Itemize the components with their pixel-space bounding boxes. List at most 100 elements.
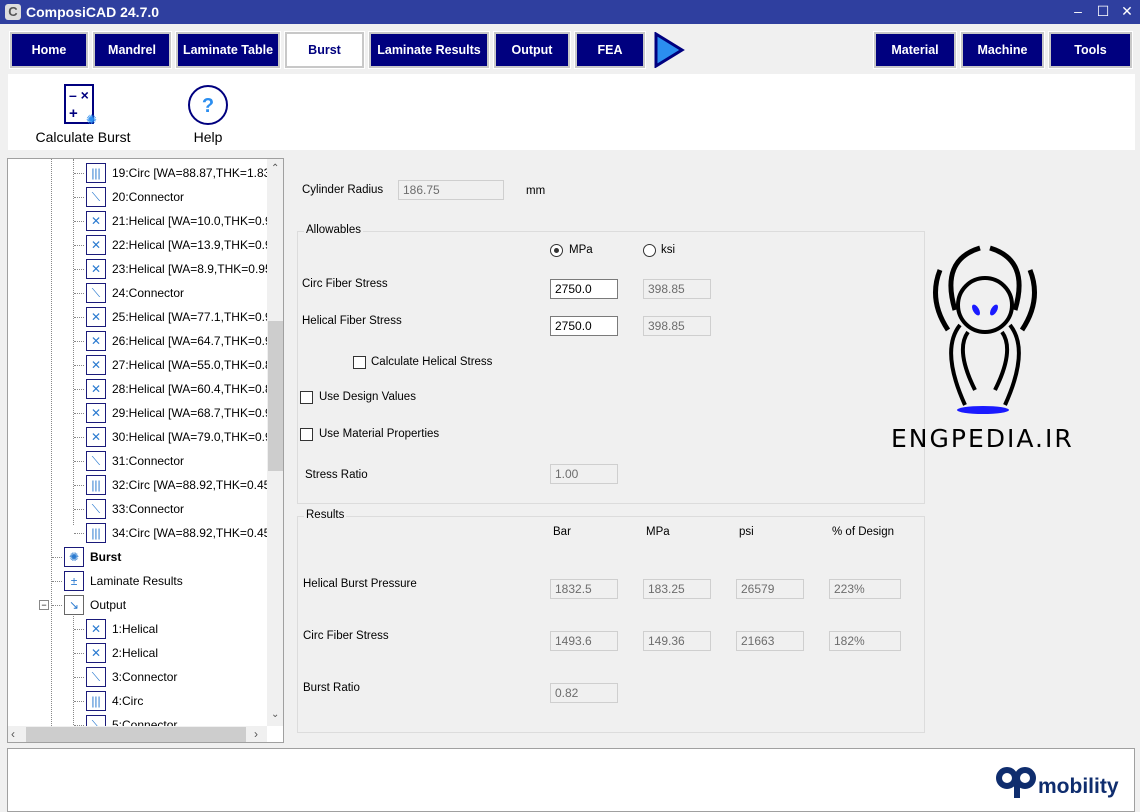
tab-fea[interactable]: FEA <box>574 31 646 69</box>
tree-item[interactable]: ⟍ 20:Connector <box>74 185 184 209</box>
calculate-burst-label: Calculate Burst <box>35 129 131 145</box>
op-logo-icon <box>996 767 1036 798</box>
burst-ratio-label: Burst Ratio <box>303 682 360 694</box>
use-design-values-checkbox[interactable] <box>300 391 313 404</box>
tree-item-label: 20:Connector <box>112 190 185 204</box>
tree-item[interactable]: ⟍ 31:Connector <box>74 449 184 473</box>
helical-fiber-stress-ksi: 398.85 <box>643 316 711 336</box>
tree-item[interactable]: ||| 4:Circ <box>74 689 143 713</box>
tree-item-label: Burst <box>90 550 122 564</box>
tree-item[interactable]: ± Laminate Results <box>52 569 183 593</box>
mpa-radio[interactable] <box>550 244 563 257</box>
helical-icon: ✕ <box>86 403 106 423</box>
tree-item[interactable]: ✕ 27:Helical [WA=55.0,THK=0.8863] <box>74 353 283 377</box>
tree-item-label: 22:Helical [WA=13.9,THK=0.9589] <box>112 238 284 252</box>
tree-item[interactable]: ✕ 22:Helical [WA=13.9,THK=0.9589] <box>74 233 284 257</box>
connector-icon: ⟍ <box>86 283 106 303</box>
tree-item-label: Output <box>90 598 127 612</box>
tree-item[interactable]: ✕ 29:Helical [WA=68.7,THK=0.9115] <box>74 401 284 425</box>
svg-text:– ×: – × <box>69 87 89 103</box>
helical-icon: ✕ <box>86 235 106 255</box>
mpa-label: MPa <box>569 244 593 256</box>
next-arrow-icon[interactable] <box>653 32 685 68</box>
tree-item[interactable]: ✕ 26:Helical [WA=64.7,THK=0.9102] <box>74 329 284 353</box>
cylinder-radius-field: 186.75 <box>398 180 504 200</box>
tree-item[interactable]: ✕ 1:Helical <box>74 617 158 641</box>
tab-laminate-table[interactable]: Laminate Table <box>175 31 281 69</box>
calculate-burst-button[interactable]: – × + ✺ Calculate Burst <box>28 82 138 145</box>
tree-item-label: 24:Connector <box>112 286 185 300</box>
tab-mandrel[interactable]: Mandrel <box>92 31 172 69</box>
tab-machine[interactable]: Machine <box>960 31 1045 69</box>
scroll-thumb[interactable] <box>268 321 283 471</box>
helical-icon: ✕ <box>86 643 106 663</box>
ribbon: – × + ✺ Calculate Burst ? Help <box>8 74 1135 150</box>
tree-item[interactable]: ||| 34:Circ [WA=88.92,THK=0.459] <box>74 521 280 545</box>
svg-text:✺: ✺ <box>86 112 97 126</box>
helical-icon: ✕ <box>86 211 106 231</box>
tree-item[interactable]: ✕ 2:Helical <box>74 641 158 665</box>
tab-laminate-results[interactable]: Laminate Results <box>368 31 490 69</box>
tab-burst[interactable]: Burst <box>284 31 365 69</box>
hscroll-thumb[interactable] <box>26 727 246 742</box>
tab-home[interactable]: Home <box>9 31 89 69</box>
title-bar: C ComposiCAD 24.7.0 – ☐ ✕ <box>0 0 1140 24</box>
tree-item[interactable]: ⟍ 33:Connector <box>74 497 184 521</box>
laminate-tree: ||| 19:Circ [WA=88.87,THK=1.836] ⟍ 20:Conne… <box>7 158 284 743</box>
circ-icon: ||| <box>86 163 106 183</box>
col-mpa: MPa <box>646 526 670 538</box>
tree-item[interactable]: ✺ Burst <box>52 545 121 569</box>
helical-icon: ✕ <box>86 259 106 279</box>
tree-item[interactable]: ✕ 28:Helical [WA=60.4,THK=0.8861] <box>74 377 284 401</box>
cylinder-radius-label: Cylinder Radius <box>302 184 384 196</box>
results-title: Results <box>304 509 347 521</box>
stress-ratio-field: 1.00 <box>550 464 618 484</box>
connector-icon: ⟍ <box>86 187 106 207</box>
circ-fiber-stress-ksi: 398.85 <box>643 279 711 299</box>
maximize-button[interactable]: ☐ <box>1093 3 1113 20</box>
col-bar: Bar <box>553 526 571 538</box>
calculate-helical-stress-checkbox[interactable] <box>353 356 366 369</box>
status-panel: mobility <box>7 748 1135 812</box>
tree-item[interactable]: ⟍ 24:Connector <box>74 281 184 305</box>
tree-item[interactable]: ||| 32:Circ [WA=88.92,THK=0.459] <box>74 473 280 497</box>
calculator-icon: ± <box>64 571 84 591</box>
tree-item-label: 29:Helical [WA=68.7,THK=0.9115] <box>112 406 284 420</box>
tab-output[interactable]: Output <box>493 31 571 69</box>
tree-item[interactable]: ✕ 30:Helical [WA=79.0,THK=0.9126] <box>74 425 283 449</box>
tree-item[interactable]: ↘ Output <box>52 593 126 617</box>
tree-item[interactable]: ✕ 25:Helical [WA=77.1,THK=0.9573] <box>74 305 283 329</box>
tree-item-label: 26:Helical [WA=64.7,THK=0.9102] <box>112 334 284 348</box>
tree-item-label: 31:Connector <box>112 454 185 468</box>
tree-item[interactable]: ✕ 23:Helical [WA=8.9,THK=0.9571] <box>74 257 283 281</box>
ksi-radio[interactable] <box>643 244 656 257</box>
collapse-toggle[interactable]: − <box>39 600 49 610</box>
tree-item[interactable]: ⟍ 3:Connector <box>74 665 177 689</box>
connector-icon: ⟍ <box>86 667 106 687</box>
minimize-button[interactable]: – <box>1068 3 1088 19</box>
circ-percent: 182% <box>829 631 901 651</box>
tab-tools[interactable]: Tools <box>1048 31 1133 69</box>
helical-icon: ✕ <box>86 307 106 327</box>
tab-material[interactable]: Material <box>873 31 957 69</box>
tree-item-label: 4:Circ <box>112 694 144 708</box>
window-title: ComposiCAD 24.7.0 <box>26 4 160 20</box>
tree-item-label: 28:Helical [WA=60.4,THK=0.8861] <box>112 382 284 396</box>
helical-fiber-stress-input[interactable]: 2750.0 <box>550 316 618 336</box>
helical-icon: ✕ <box>86 427 106 447</box>
tree-item[interactable]: ✕ 21:Helical [WA=10.0,THK=0.9687] <box>74 209 283 233</box>
close-button[interactable]: ✕ <box>1117 3 1137 20</box>
tree-item[interactable]: ||| 19:Circ [WA=88.87,THK=1.836] <box>74 161 280 185</box>
svg-text:?: ? <box>202 95 214 117</box>
calculate-helical-stress-label: Calculate Helical Stress <box>371 356 493 368</box>
tree-horizontal-scrollbar[interactable]: ‹ › <box>8 726 267 742</box>
circ-mpa: 149.36 <box>643 631 711 651</box>
helical-percent: 223% <box>829 579 901 599</box>
help-button[interactable]: ? Help <box>178 84 238 145</box>
tree-item-label: 2:Helical <box>112 646 159 660</box>
tree-vertical-scrollbar[interactable]: ⌃ ⌄ <box>267 159 283 726</box>
connector-icon: ⟍ <box>86 499 106 519</box>
circ-fiber-stress-input[interactable]: 2750.0 <box>550 279 618 299</box>
tree-item-label: 1:Helical <box>112 622 159 636</box>
use-material-properties-checkbox[interactable] <box>300 428 313 441</box>
